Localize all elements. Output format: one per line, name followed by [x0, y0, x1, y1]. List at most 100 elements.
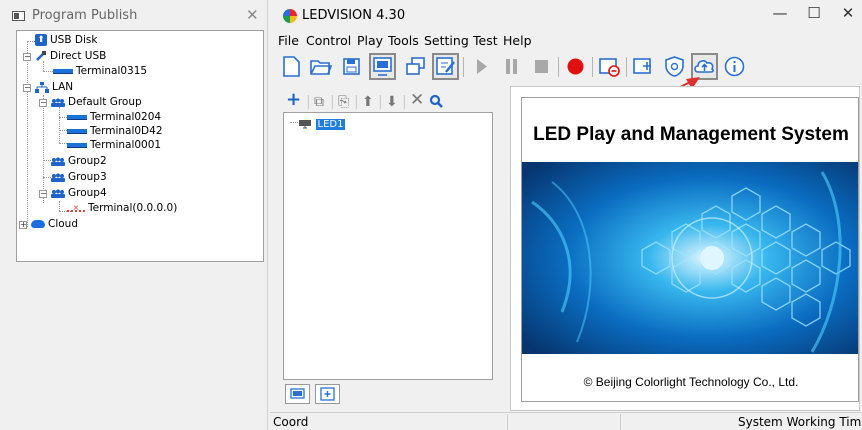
tree-item-cloud[interactable]: Cloud [31, 218, 78, 231]
record-button[interactable] [562, 53, 589, 80]
tree-item-terminal-offline[interactable]: × Terminal(0.0.0.0) [67, 202, 177, 215]
play-button[interactable] [468, 53, 495, 80]
banner-title: LED Play and Management System [533, 124, 849, 145]
open-folder-icon [310, 60, 333, 75]
status-working-time: System Working Time [738, 415, 862, 429]
tree-item-label: Terminal0204 [90, 111, 162, 123]
add-screen-icon [320, 387, 335, 401]
stop-button[interactable] [528, 53, 555, 80]
banner-hexagon-artwork [522, 162, 858, 354]
tree-item-label: USB Disk [50, 34, 98, 46]
display-button[interactable] [369, 53, 396, 80]
open-button[interactable] [307, 53, 334, 80]
separator: | [378, 94, 383, 110]
menu-control[interactable]: Control [306, 33, 351, 48]
tree-item-label: Default Group [68, 96, 142, 108]
edit-icon [436, 57, 455, 75]
status-bar: Coord System Working Time [270, 412, 862, 430]
menu-test[interactable]: Test [473, 33, 498, 48]
welcome-banner: LED Play and Management System © Beijing… [521, 97, 859, 402]
tree-item-group2[interactable]: Group2 [51, 155, 107, 168]
menu-tools[interactable]: Tools [388, 33, 419, 48]
stop-icon [535, 60, 548, 73]
tree-item-usb-disk[interactable]: ⬆ USB Disk [35, 34, 97, 47]
usb-cable-icon [36, 51, 46, 61]
pause-icon [506, 59, 517, 74]
menu-file[interactable]: File [278, 33, 299, 48]
device-tree: ⬆ USB Disk − Direct USB Terminal0315 − LA… [16, 30, 264, 262]
separator: | [354, 94, 359, 110]
tree-item-group3[interactable]: Group3 [51, 171, 107, 184]
collapse-icon[interactable]: − [39, 190, 47, 198]
edit-button[interactable] [432, 53, 459, 80]
info-button[interactable] [721, 53, 748, 80]
collapse-icon[interactable]: − [39, 99, 47, 107]
ledvision-logo-icon [283, 9, 297, 23]
group-icon [51, 189, 65, 198]
tree-item-terminal-0204[interactable]: Terminal0204 [67, 111, 161, 124]
separator: | [306, 94, 311, 110]
record-icon [567, 58, 584, 75]
cloud-icon [31, 220, 45, 228]
copy-window-icon [406, 57, 425, 75]
collapse-icon[interactable]: − [23, 53, 31, 61]
move-up-icon[interactable]: ⬆ [362, 94, 374, 110]
display-icon [373, 57, 392, 76]
save-icon [343, 58, 360, 75]
tree-item-group4[interactable]: Group4 [51, 187, 107, 200]
add-icon[interactable]: + [286, 89, 301, 110]
pause-button[interactable] [498, 53, 525, 80]
offline-terminal-icon: × [67, 203, 85, 212]
device-list [283, 112, 493, 380]
new-file-button[interactable] [278, 53, 305, 80]
tree-item-label: Group4 [68, 187, 107, 199]
tree-item-terminal-0001[interactable]: Terminal0001 [67, 139, 161, 152]
tree-item-lan[interactable]: LAN [35, 81, 73, 94]
minimize-button[interactable]: — [770, 4, 790, 22]
close-button[interactable]: ✕ [838, 4, 858, 22]
terminal-icon [67, 142, 87, 148]
tree-item-label: Direct USB [50, 50, 107, 62]
tree-item-terminal-0315[interactable]: Terminal0315 [53, 65, 147, 78]
tree-item-direct-usb[interactable]: Direct USB [35, 50, 106, 63]
tree-item-terminal-0d42[interactable]: Terminal0D42 [67, 125, 163, 138]
search-icon[interactable] [429, 94, 444, 109]
tree-item-label: Terminal0D42 [90, 125, 163, 137]
program-publish-title-bar: Program Publish ✕ [0, 0, 268, 30]
screen-device-icon [299, 119, 311, 128]
group-icon [51, 98, 65, 107]
screen-icon [290, 388, 305, 399]
collapse-icon[interactable]: − [23, 84, 31, 92]
paste-icon[interactable]: ⎘ [338, 94, 349, 110]
screen-settings-button[interactable] [285, 384, 310, 404]
terminal-icon [67, 128, 87, 134]
move-down-icon[interactable]: ⬇ [386, 94, 398, 110]
copy-window-button[interactable] [402, 53, 429, 80]
device-label: LED1 [315, 119, 346, 130]
group-icon [51, 173, 65, 182]
separator: | [402, 94, 407, 110]
network-icon [35, 81, 49, 93]
expand-icon[interactable]: + [19, 221, 27, 229]
info-icon [724, 56, 745, 77]
group-icon [51, 157, 65, 166]
status-coord: Coord [273, 415, 309, 429]
panel-window-icon [12, 11, 25, 21]
device-item-led1[interactable]: LED1 [298, 117, 346, 130]
window-title: LEDVISION 4.30 [302, 8, 406, 23]
panel-close-button[interactable]: ✕ [246, 6, 259, 24]
maximize-button[interactable]: ☐ [804, 4, 824, 22]
delete-icon[interactable]: ✕ [410, 90, 424, 110]
copy-icon[interactable]: ⧉ [314, 94, 324, 110]
add-screen-button[interactable] [315, 384, 340, 404]
play-icon [477, 59, 487, 74]
usb-icon: ⬆ [35, 34, 47, 46]
terminal-icon [53, 68, 73, 74]
menu-help[interactable]: Help [503, 33, 532, 48]
save-button[interactable] [338, 53, 365, 80]
menu-setting[interactable]: Setting [424, 33, 469, 48]
tree-item-label: Cloud [48, 218, 78, 230]
tree-item-default-group[interactable]: Default Group [51, 96, 142, 109]
menu-play[interactable]: Play [357, 33, 383, 48]
panel-title: Program Publish [32, 8, 138, 23]
